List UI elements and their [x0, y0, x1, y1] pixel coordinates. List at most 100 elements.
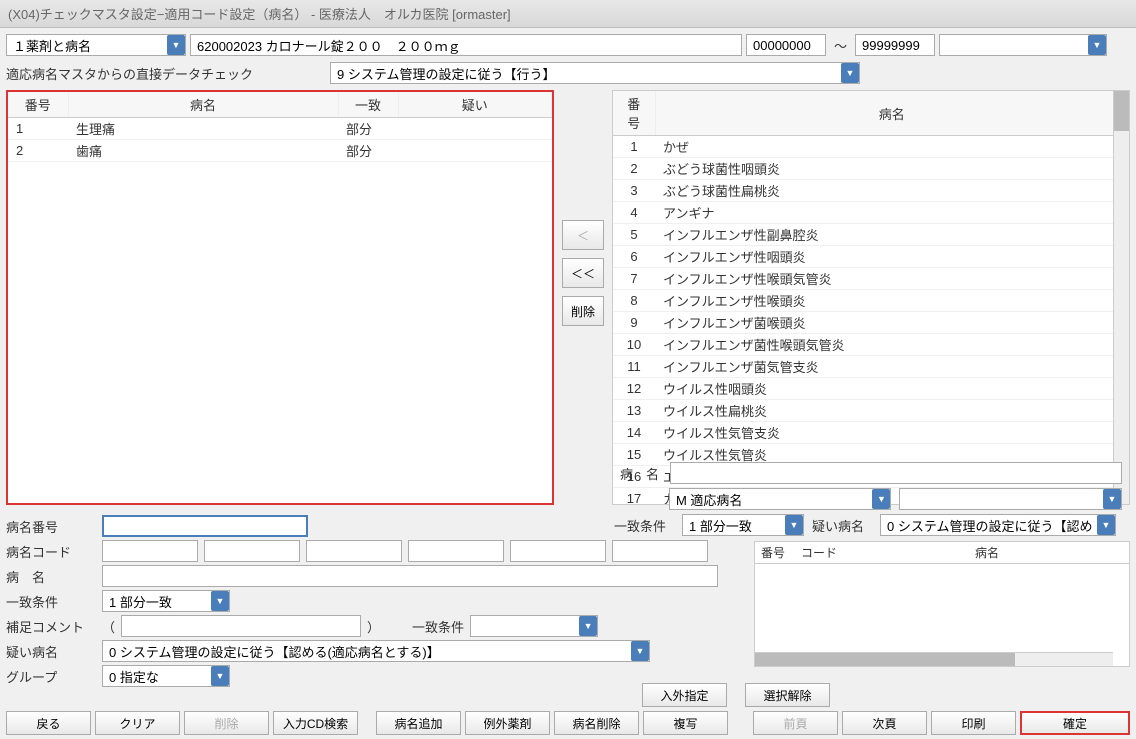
code-input[interactable]: [190, 34, 742, 56]
code-input-4[interactable]: [408, 540, 504, 562]
rr-h-no: 番号: [755, 542, 795, 563]
row-2: 適応病名マスタからの直接データチェック ▼: [0, 62, 1136, 90]
cd-search-button[interactable]: 入力CD検索: [273, 711, 358, 735]
next-page-button[interactable]: 次頁: [842, 711, 927, 735]
chevron-down-icon[interactable]: ▼: [872, 489, 890, 509]
right-name-input[interactable]: [670, 462, 1122, 484]
right-panel: 番号 病名 1かぜ2ぶどう球菌性咽頭炎3ぶどう球菌性扁桃炎4アンギナ5インフルエ…: [612, 90, 1130, 505]
right-type-select[interactable]: [669, 488, 892, 510]
print-button[interactable]: 印刷: [931, 711, 1016, 735]
right-name-label: 病 名: [620, 464, 662, 483]
copy-button[interactable]: 複写: [643, 711, 728, 735]
right-table: 番号 病名: [613, 91, 1129, 136]
left-th-match: 一致: [338, 92, 398, 118]
chevron-down-icon[interactable]: ▼: [579, 616, 597, 636]
table-row[interactable]: 1生理痛部分: [8, 118, 552, 140]
blank-select[interactable]: [939, 34, 1107, 56]
chevron-down-icon[interactable]: ▼: [1103, 489, 1121, 509]
label-comment: 補足コメント: [6, 617, 96, 636]
chevron-down-icon[interactable]: ▼: [211, 591, 229, 611]
middle-buttons: ＜ ＜＜ 削除: [558, 90, 608, 505]
range-tilde: ～: [830, 36, 851, 55]
main-area: 番号 病名 一致 疑い 1生理痛部分2歯痛部分 ＜ ＜＜ 削除 番号 病名: [0, 90, 1136, 505]
rr-scroll-h[interactable]: [755, 652, 1113, 666]
type-select[interactable]: [6, 34, 186, 56]
code-input-6[interactable]: [612, 540, 708, 562]
lower-form: 病名番号 病名コード 病 名 一致条件 ▼ 補足コメント （ ） 一致条件 ▼ …: [0, 508, 748, 694]
left-table-body[interactable]: 1生理痛部分2歯痛部分: [8, 118, 552, 503]
move-left-button[interactable]: ＜: [562, 220, 604, 250]
chevron-down-icon[interactable]: ▼: [841, 63, 859, 83]
delete-disease-button[interactable]: 病名削除: [554, 711, 639, 735]
top-row: ▼ ～ ▼: [0, 28, 1136, 62]
code-input-2[interactable]: [204, 540, 300, 562]
rr-h-name: 病名: [845, 542, 1129, 563]
table-row[interactable]: 1かぜ: [613, 136, 1113, 158]
code-input-3[interactable]: [306, 540, 402, 562]
code-input-5[interactable]: [510, 540, 606, 562]
table-row[interactable]: 12ウイルス性咽頭炎: [613, 378, 1113, 400]
chevron-down-icon[interactable]: ▼: [1088, 35, 1106, 55]
table-row[interactable]: 7インフルエンザ性喉頭気管炎: [613, 268, 1113, 290]
label-group: グループ: [6, 667, 96, 686]
code-list-box: 番号 コード 病名: [754, 541, 1130, 667]
left-th-suspect: 疑い: [398, 92, 552, 118]
paren-right: ）: [367, 617, 380, 636]
right-scrollbar[interactable]: [1113, 91, 1129, 504]
table-row[interactable]: 2歯痛部分: [8, 140, 552, 162]
release-button[interactable]: 選択解除: [745, 683, 830, 707]
right-suspect-label: 疑い病名: [812, 516, 872, 535]
disease-name-input[interactable]: [102, 565, 718, 587]
label-disease-code: 病名コード: [6, 542, 96, 561]
back-button[interactable]: 戻る: [6, 711, 91, 735]
sample-drug-button[interactable]: 例外薬剤: [465, 711, 550, 735]
chevron-down-icon[interactable]: ▼: [631, 641, 649, 661]
upper-button-row: 入外指定 選択解除: [640, 683, 1130, 707]
confirm-button[interactable]: 確定: [1020, 711, 1130, 735]
add-disease-button[interactable]: 病名追加: [376, 711, 461, 735]
comment-input[interactable]: [121, 615, 361, 637]
left-table: 番号 病名 一致 疑い: [8, 92, 552, 118]
label-suspect-disease: 疑い病名: [6, 642, 96, 661]
window-title: (X04)チェックマスタ設定−適用コード設定（病名） - 医療法人 オルカ医院 …: [0, 0, 1136, 28]
table-row[interactable]: 9インフルエンザ菌喉頭炎: [613, 312, 1113, 334]
right-table-body[interactable]: 1かぜ2ぶどう球菌性咽頭炎3ぶどう球菌性扁桃炎4アンギナ5インフルエンザ性副鼻腔…: [613, 136, 1113, 504]
delete-button[interactable]: 削除: [184, 711, 269, 735]
right-suspect-select[interactable]: [880, 514, 1116, 536]
table-row[interactable]: 8インフルエンザ性喉頭炎: [613, 290, 1113, 312]
label-disease-name: 病 名: [6, 567, 96, 586]
table-row[interactable]: 5インフルエンザ性副鼻腔炎: [613, 224, 1113, 246]
chevron-down-icon[interactable]: ▼: [1097, 515, 1115, 535]
code-input-1[interactable]: [102, 540, 198, 562]
table-row[interactable]: 6インフルエンザ性咽頭炎: [613, 246, 1113, 268]
chevron-down-icon[interactable]: ▼: [785, 515, 803, 535]
rr-h-code: コード: [795, 542, 845, 563]
clear-button[interactable]: クリア: [95, 711, 180, 735]
range-from[interactable]: [746, 34, 826, 56]
suspect-disease-select[interactable]: [102, 640, 650, 662]
bottom-bar: 戻る クリア 削除 入力CD検索 病名追加 例外薬剤 病名削除 複写 前頁 次頁…: [6, 711, 1130, 735]
left-th-no: 番号: [8, 92, 68, 118]
middle-delete-button[interactable]: 削除: [562, 296, 604, 326]
table-row[interactable]: 3ぶどう球菌性扁桃炎: [613, 180, 1113, 202]
table-row[interactable]: 11インフルエンザ菌気管支炎: [613, 356, 1113, 378]
label-comment-cond: 一致条件: [412, 617, 464, 636]
table-row[interactable]: 2ぶどう球菌性咽頭炎: [613, 158, 1113, 180]
range-to[interactable]: [855, 34, 935, 56]
label-match-cond: 一致条件: [6, 592, 96, 611]
right-th-no: 番号: [613, 91, 655, 136]
check-select[interactable]: [330, 62, 860, 84]
label-disease-no: 病名番号: [6, 517, 96, 536]
disease-no-input[interactable]: [102, 515, 308, 537]
table-row[interactable]: 13ウイルス性扁桃炎: [613, 400, 1113, 422]
right-blank2[interactable]: [899, 488, 1122, 510]
table-row[interactable]: 4アンギナ: [613, 202, 1113, 224]
table-row[interactable]: 14ウイルス性気管支炎: [613, 422, 1113, 444]
left-th-name: 病名: [68, 92, 338, 118]
inout-button[interactable]: 入外指定: [642, 683, 727, 707]
table-row[interactable]: 10インフルエンザ菌性喉頭気管炎: [613, 334, 1113, 356]
chevron-down-icon[interactable]: ▼: [167, 35, 185, 55]
prev-page-button[interactable]: 前頁: [753, 711, 838, 735]
chevron-down-icon[interactable]: ▼: [211, 666, 229, 686]
move-all-left-button[interactable]: ＜＜: [562, 258, 604, 288]
